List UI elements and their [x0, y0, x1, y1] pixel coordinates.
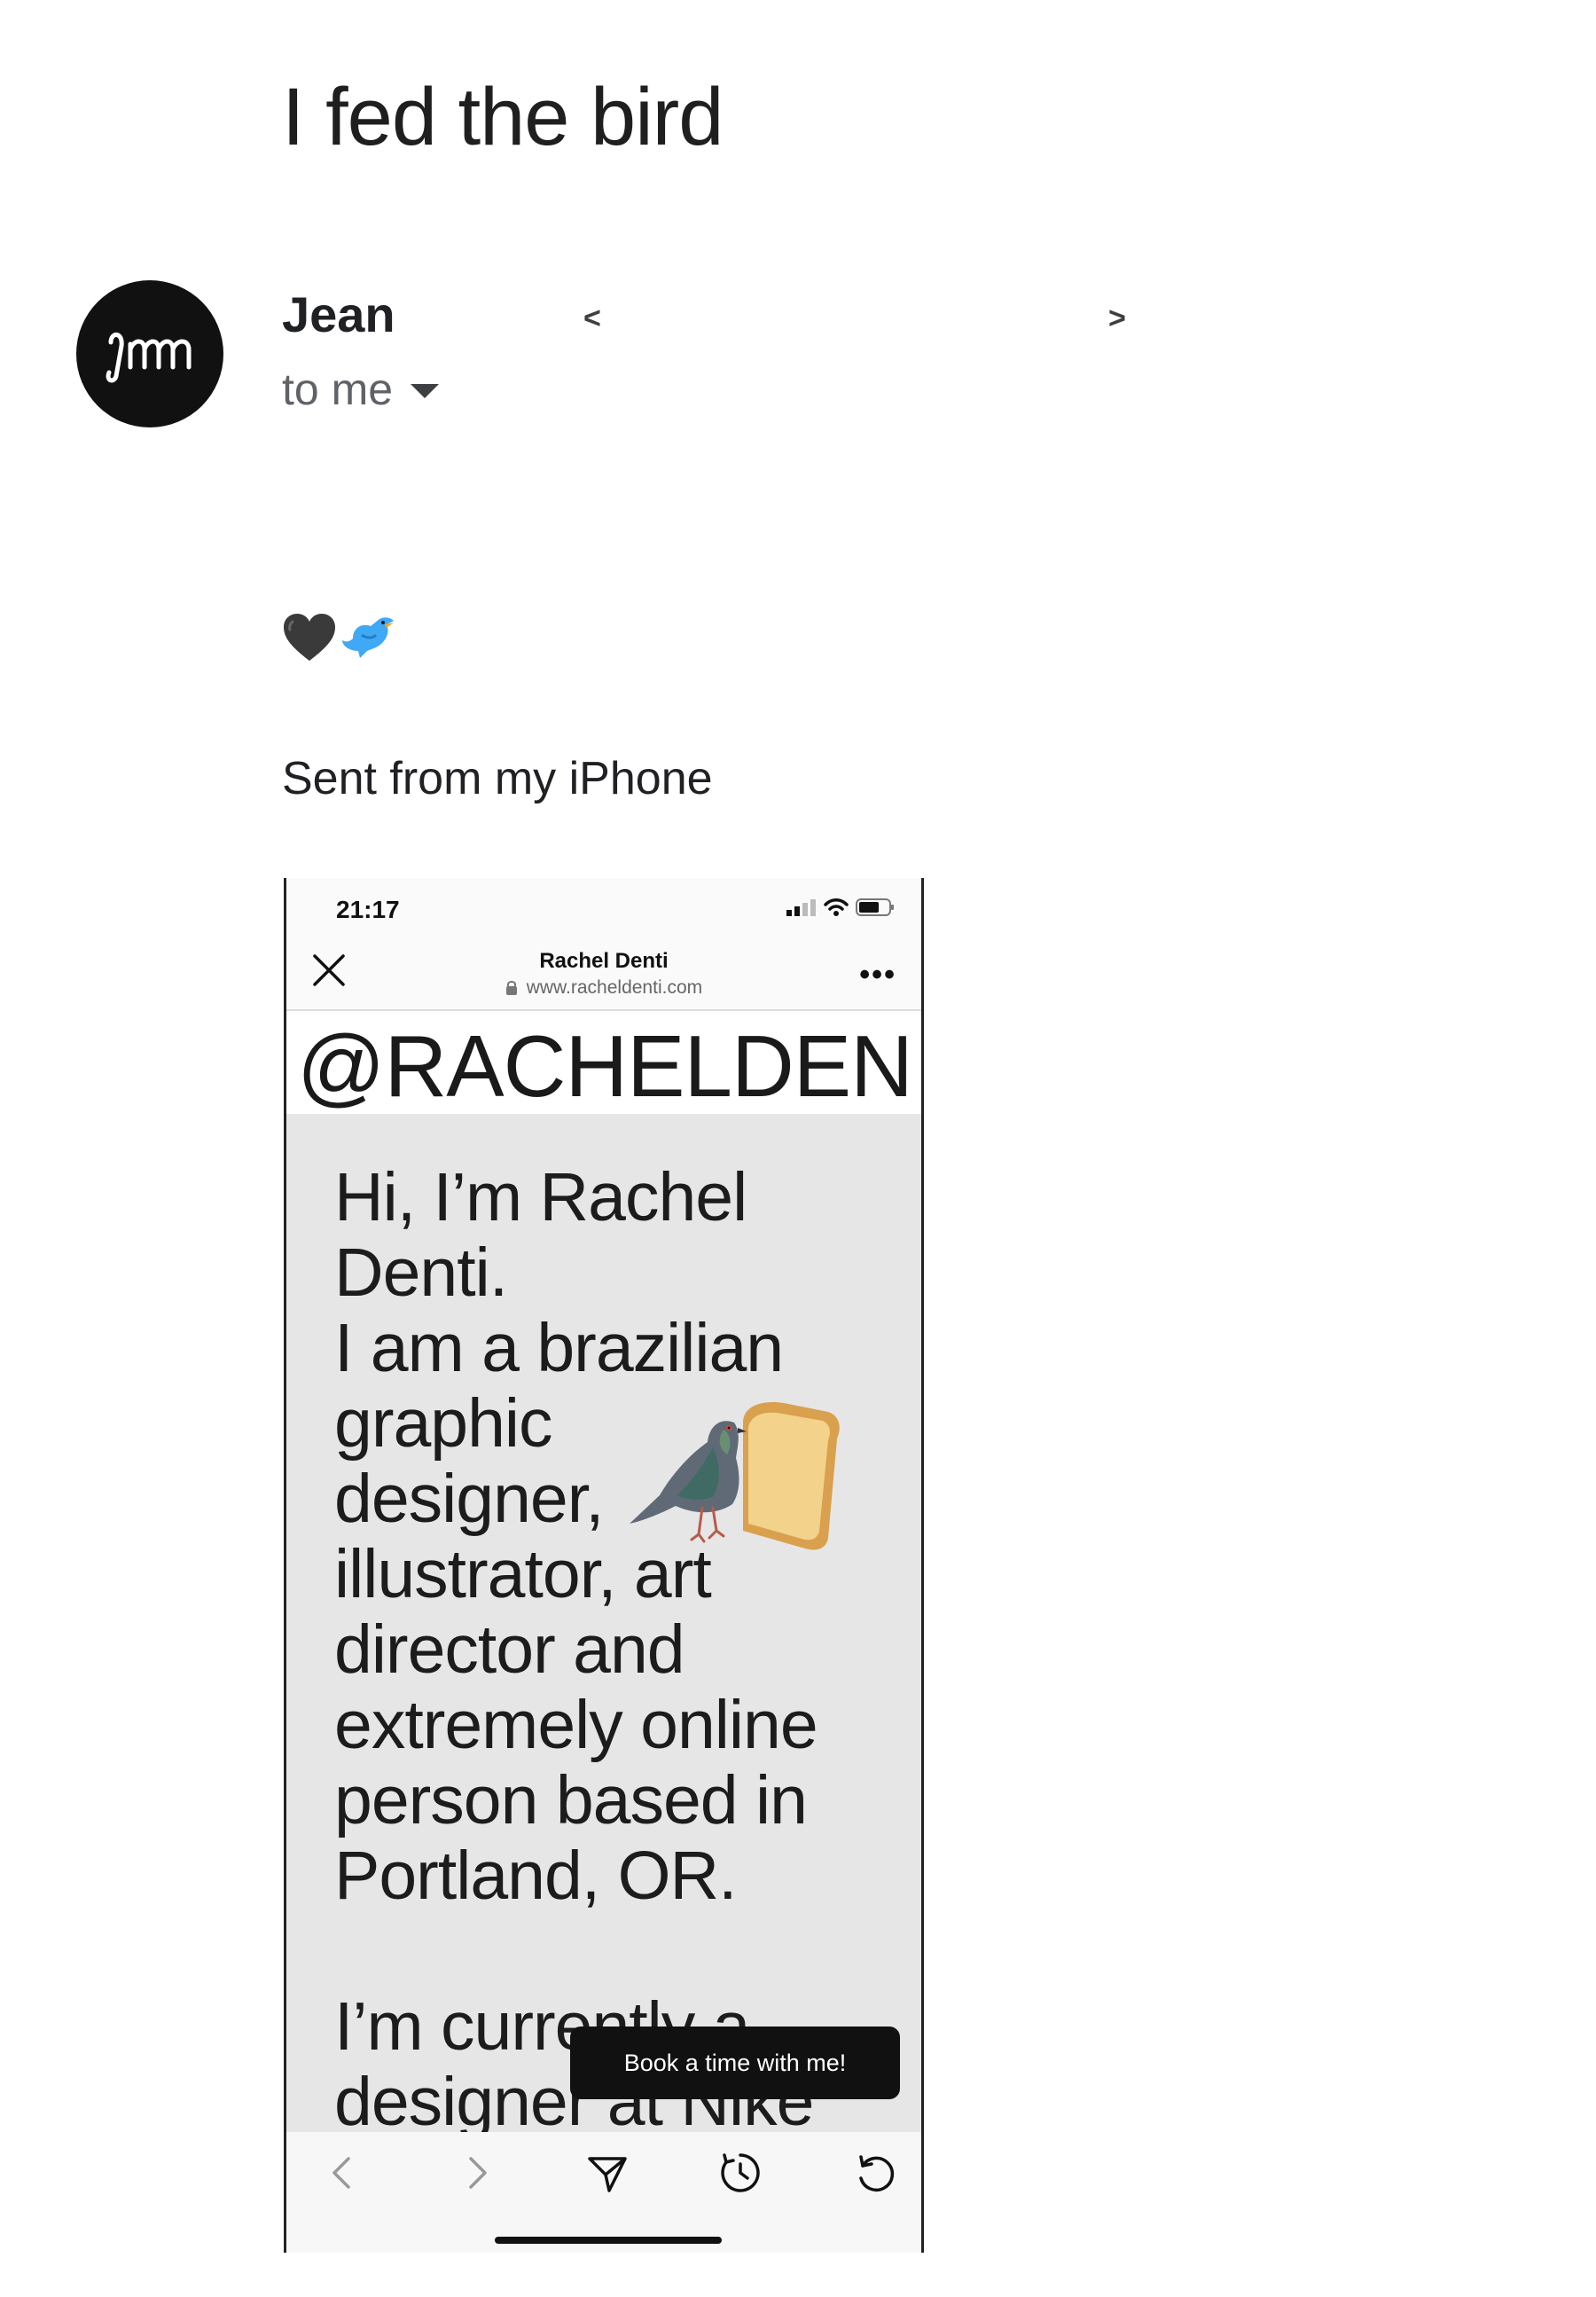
bio-section: Hi, I’m Rachel Denti. I am a brazilian g…	[286, 1114, 921, 2132]
prev-message-button[interactable]: <	[583, 302, 601, 336]
caret-down-icon[interactable]	[411, 384, 440, 398]
site-title: Rachel Denti	[539, 949, 669, 973]
more-options-button[interactable]: •••	[859, 958, 896, 992]
bio-line: Denti.	[334, 1235, 508, 1311]
sender-name[interactable]: Jean	[282, 286, 395, 343]
site-url[interactable]: www.racheldenti.com	[286, 977, 921, 999]
next-message-button[interactable]: >	[1108, 302, 1126, 336]
black-heart-icon	[284, 614, 335, 661]
chevron-left-icon[interactable]	[322, 2152, 364, 2194]
bio-line: extremely online	[334, 1687, 818, 1763]
status-time: 21:17	[336, 896, 400, 923]
pigeon-with-bread-image	[630, 1401, 840, 1550]
phone-status-bar: 21:17	[286, 878, 921, 931]
bio-line: director and	[334, 1611, 685, 1688]
history-icon[interactable]	[719, 2152, 762, 2194]
bio-line: Hi, I’m Rachel	[334, 1159, 747, 1235]
jm-monogram-icon	[106, 333, 192, 383]
sender-avatar[interactable]	[76, 280, 223, 427]
message-body-emojis	[282, 612, 397, 663]
recipient-details-toggle[interactable]: to me	[282, 364, 440, 415]
bird-icon	[342, 617, 394, 658]
in-app-browser-header: Rachel Denti www.racheldenti.com •••	[286, 931, 921, 1011]
attached-phone-screenshot[interactable]: 21:17 Rachel Denti www.racheldenti.com •…	[284, 878, 924, 2253]
site-header: @RACHELDEN	[286, 1011, 921, 1114]
email-subject: I fed the bird	[282, 72, 724, 162]
browser-toolbar	[286, 2132, 921, 2253]
lock-icon	[505, 981, 517, 995]
bio-line: person based in	[334, 1762, 808, 1838]
cellular-signal-icon	[786, 899, 816, 916]
battery-icon	[856, 898, 894, 916]
site-url-text: www.racheldenti.com	[526, 977, 703, 998]
chevron-right-icon[interactable]	[455, 2152, 497, 2194]
bio-line: I am a brazilian	[334, 1310, 784, 1386]
send-icon[interactable]	[586, 2152, 629, 2194]
email-signature: Sent from my iPhone	[282, 753, 713, 804]
home-indicator[interactable]	[495, 2237, 722, 2244]
book-a-time-button[interactable]: Book a time with me!	[570, 2027, 900, 2099]
site-handle[interactable]: @RACHELDEN	[297, 1016, 913, 1114]
wifi-icon	[824, 898, 849, 916]
reload-icon[interactable]	[854, 2152, 896, 2194]
bio-line: Portland, OR.	[334, 1838, 737, 1914]
status-icons	[786, 898, 895, 917]
recipient-label: to me	[282, 365, 394, 414]
bio-text: Hi, I’m Rachel Denti. I am a brazilian g…	[334, 1159, 884, 2133]
